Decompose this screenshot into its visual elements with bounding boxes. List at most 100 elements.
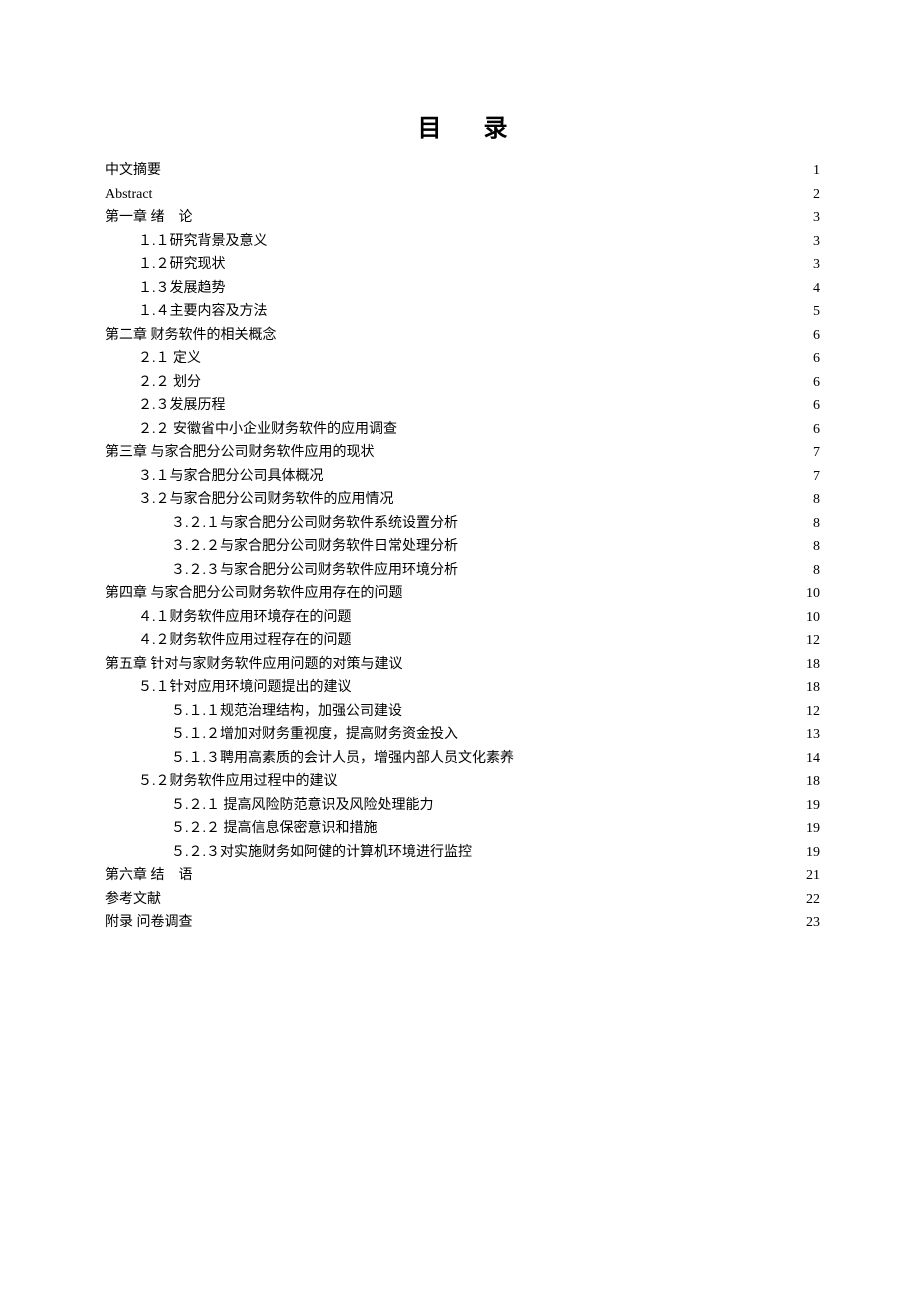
toc-entry-page: 18	[806, 653, 820, 677]
toc-entry: １.４主要内容及方法 5	[105, 300, 820, 324]
toc-entry-page: 8	[813, 535, 820, 559]
toc-entry: ５.１.２增加对财务重视度，提高财务资金投入 13	[105, 723, 820, 747]
toc-entry-page: 10	[806, 582, 820, 606]
toc-entry: ３.２.１与家合肥分公司财务软件系统设置分析 8	[105, 512, 820, 536]
toc-entry: １.１研究背景及意义 3	[105, 230, 820, 254]
toc-entry: ５.１针对应用环境问题提出的建议 18	[105, 676, 820, 700]
toc-entry-page: 3	[813, 206, 820, 230]
toc-entry-page: 8	[813, 559, 820, 583]
toc-entry: ４.２财务软件应用过程存在的问题 12	[105, 629, 820, 653]
toc-entry-page: 7	[813, 441, 820, 465]
toc-entry: ４.１财务软件应用环境存在的问题 10	[105, 606, 820, 630]
toc-entry-page: 2	[813, 183, 820, 207]
toc-entry-label: 附录 问卷调查	[105, 911, 193, 935]
toc-entry-page: 13	[806, 723, 820, 747]
toc-entry-label: ５.１针对应用环境问题提出的建议	[138, 676, 352, 700]
toc-entry: 第五章 针对与家财务软件应用问题的对策与建议 18	[105, 653, 820, 677]
toc-entry: １.２研究现状 3	[105, 253, 820, 277]
toc-entry: ３.１与家合肥分公司具体概况 7	[105, 465, 820, 489]
toc-entry: 中文摘要 1	[105, 159, 820, 183]
toc-entry-label: ５.１.２增加对财务重视度，提高财务资金投入	[171, 723, 458, 747]
toc-entry: Abstract 2	[105, 183, 820, 207]
toc-entry-label: １.１研究背景及意义	[138, 230, 268, 254]
toc-entry: 第二章 财务软件的相关概念 6	[105, 324, 820, 348]
toc-entry: ３.２与家合肥分公司财务软件的应用情况 8	[105, 488, 820, 512]
toc-entry-label: ５.２财务软件应用过程中的建议	[138, 770, 338, 794]
toc-entry-label: ４.１财务软件应用环境存在的问题	[138, 606, 352, 630]
toc-entry-page: 12	[806, 629, 820, 653]
toc-entry: ５.２.１ 提高风险防范意识及风险处理能力 19	[105, 794, 820, 818]
toc-entry: ５.２.２ 提高信息保密意识和措施19	[105, 817, 820, 841]
toc-entry-label: ５.２.３对实施财务如阿健的计算机环境进行监控	[171, 841, 472, 865]
toc-title: 目 录	[105, 108, 820, 143]
toc-entry-label: Abstract	[105, 183, 152, 207]
toc-entry-page: 4	[813, 277, 820, 301]
toc-entry-label: 第四章 与家合肥分公司财务软件应用存在的问题	[105, 582, 403, 606]
toc-entry-label: ２.２ 安徽省中小企业财务软件的应用调查	[138, 418, 397, 442]
toc-list: 中文摘要1Abstract2第一章 绪 论3１.１研究背景及意义3１.２研究现状…	[105, 159, 820, 935]
toc-entry-label: ４.２财务软件应用过程存在的问题	[138, 629, 352, 653]
toc-entry: ５.１.３聘用高素质的会计人员，增强内部人员文化素养 14	[105, 747, 820, 771]
toc-entry: ３.２.３与家合肥分公司财务软件应用环境分析 8	[105, 559, 820, 583]
toc-entry-page: 3	[813, 230, 820, 254]
toc-entry-label: ５.１.１规范治理结构，加强公司建设	[171, 700, 402, 724]
toc-entry-page: 10	[806, 606, 820, 630]
toc-entry: 参考文献 22	[105, 888, 820, 912]
toc-entry-label: ３.１与家合肥分公司具体概况	[138, 465, 324, 489]
toc-entry: ５.１.１规范治理结构，加强公司建设 12	[105, 700, 820, 724]
toc-entry-page: 19	[806, 841, 820, 865]
toc-entry-label: ３.２.３与家合肥分公司财务软件应用环境分析	[171, 559, 458, 583]
toc-entry: 第三章 与家合肥分公司财务软件应用的现状 7	[105, 441, 820, 465]
toc-entry-label: 第一章 绪 论	[105, 206, 193, 230]
toc-entry-page: 21	[806, 864, 820, 888]
toc-entry-page: 8	[813, 488, 820, 512]
toc-entry: 第四章 与家合肥分公司财务软件应用存在的问题 10	[105, 582, 820, 606]
toc-entry-label: 第二章 财务软件的相关概念	[105, 324, 277, 348]
toc-entry-page: 14	[806, 747, 820, 771]
toc-entry-label: 中文摘要	[105, 159, 161, 183]
toc-entry-label: 第六章 结 语	[105, 864, 193, 888]
toc-entry-label: ５.２.１ 提高风险防范意识及风险处理能力	[171, 794, 434, 818]
toc-entry-label: ２.１ 定义	[138, 347, 201, 371]
toc-entry-label: １.３发展趋势	[138, 277, 226, 301]
toc-entry-label: 第五章 针对与家财务软件应用问题的对策与建议	[105, 653, 403, 677]
toc-entry-page: 8	[813, 512, 820, 536]
toc-entry-page: 6	[813, 347, 820, 371]
toc-entry: ２.２ 划分 6	[105, 371, 820, 395]
toc-entry: 第六章 结 语 21	[105, 864, 820, 888]
toc-entry-page: 23	[806, 911, 820, 935]
toc-entry-label: 第三章 与家合肥分公司财务软件应用的现状	[105, 441, 375, 465]
toc-entry-page: 19	[806, 794, 820, 818]
toc-entry-label: ５.２.２ 提高信息保密意识和措施	[171, 817, 378, 841]
toc-entry-page: 22	[806, 888, 820, 912]
toc-entry: 第一章 绪 论 3	[105, 206, 820, 230]
toc-entry-label: １.４主要内容及方法	[138, 300, 268, 324]
toc-entry: ２.１ 定义 6	[105, 347, 820, 371]
toc-entry-page: 1	[813, 159, 820, 183]
toc-entry-page: 7	[813, 465, 820, 489]
toc-entry: ５.２.３对实施财务如阿健的计算机环境进行监控 19	[105, 841, 820, 865]
toc-entry: ３.２.２与家合肥分公司财务软件日常处理分析 8	[105, 535, 820, 559]
toc-entry-label: ２.３发展历程	[138, 394, 226, 418]
toc-entry-label: ３.２.２与家合肥分公司财务软件日常处理分析	[171, 535, 458, 559]
toc-entry-label: 参考文献	[105, 888, 161, 912]
toc-entry-page: 5	[813, 300, 820, 324]
toc-entry-page: 18	[806, 770, 820, 794]
toc-entry-page: 6	[813, 371, 820, 395]
toc-entry-page: 6	[813, 394, 820, 418]
toc-entry-page: 18	[806, 676, 820, 700]
toc-entry-page: 6	[813, 324, 820, 348]
toc-entry-page: 3	[813, 253, 820, 277]
toc-entry-label: ３.２与家合肥分公司财务软件的应用情况	[138, 488, 394, 512]
toc-entry-label: ３.２.１与家合肥分公司财务软件系统设置分析	[171, 512, 458, 536]
toc-entry-page: 6	[813, 418, 820, 442]
toc-entry-label: ５.１.３聘用高素质的会计人员，增强内部人员文化素养	[171, 747, 514, 771]
toc-entry: １.３发展趋势 4	[105, 277, 820, 301]
toc-entry-label: ２.２ 划分	[138, 371, 201, 395]
document-page: 目 录 中文摘要1Abstract2第一章 绪 论3１.１研究背景及意义3１.２…	[0, 0, 920, 935]
toc-entry-page: 12	[806, 700, 820, 724]
toc-entry: 附录 问卷调查 23	[105, 911, 820, 935]
toc-entry-label: １.２研究现状	[138, 253, 226, 277]
toc-entry: ５.２财务软件应用过程中的建议 18	[105, 770, 820, 794]
toc-entry: ２.３发展历程 6	[105, 394, 820, 418]
